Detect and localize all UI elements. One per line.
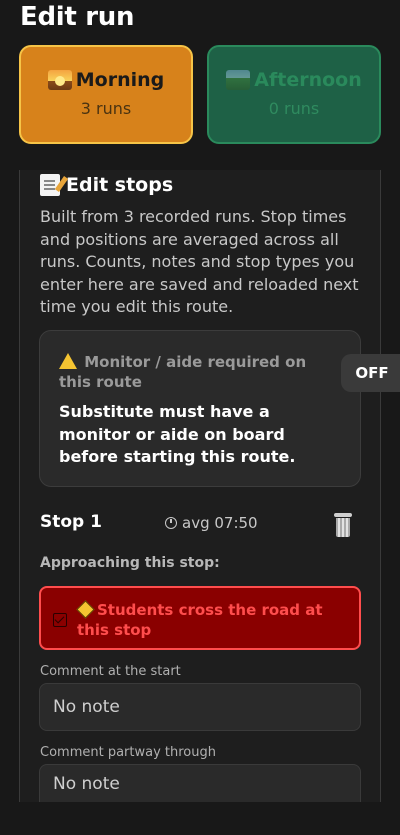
run-count-morning: 3 runs (80, 99, 132, 118)
monitor-label: Monitor / aide required on this route (59, 351, 329, 392)
memo-icon (40, 174, 60, 196)
cross-road-checkbox[interactable] (53, 613, 67, 627)
edit-stops-title: Edit stops (40, 174, 173, 196)
warning-icon (59, 353, 77, 369)
delete-stop-icon[interactable] (334, 513, 352, 537)
run-card-morning[interactable]: Morning 3 runs (19, 45, 193, 144)
stop-title: Stop 1 (40, 512, 102, 532)
run-card-afternoon[interactable]: Afternoon 0 runs (207, 45, 381, 144)
run-label-afternoon: Afternoon (254, 69, 362, 91)
pedestrian-sign-icon (76, 600, 95, 619)
edit-stops-title-text: Edit stops (66, 174, 174, 196)
comment-partway-input[interactable] (39, 764, 361, 802)
run-count-afternoon: 0 runs (268, 99, 320, 118)
run-name-afternoon: Afternoon (209, 69, 379, 91)
monitor-label-text: Monitor / aide required on this route (59, 353, 307, 391)
stop-avg-time-text: avg 07:50 (182, 514, 258, 532)
run-name-morning: Morning (21, 69, 191, 91)
sunrise-icon (47, 70, 72, 90)
cross-road-label: Students cross the road at this stop (76, 600, 357, 640)
approaching-label: Approaching this stop: (40, 555, 220, 571)
timer-icon (165, 517, 177, 529)
monitor-card: Monitor / aide required on this route Su… (39, 330, 361, 487)
monitor-toggle[interactable]: OFF (341, 354, 400, 392)
cross-road-toggle[interactable]: Students cross the road at this stop (39, 586, 361, 650)
edit-stops-description: Built from 3 recorded runs. Stop times a… (40, 207, 359, 316)
page-title: Edit run (20, 2, 135, 32)
monitor-description: Substitute must have a monitor or aide o… (59, 402, 296, 466)
comment-start-input[interactable] (39, 683, 361, 731)
cross-road-text: Students cross the road at this stop (77, 601, 323, 639)
run-label-morning: Morning (75, 69, 165, 91)
stop-avg-time: avg 07:50 (165, 514, 258, 532)
comment-partway-label: Comment partway through (40, 745, 216, 760)
comment-start-label: Comment at the start (40, 664, 181, 679)
park-icon (226, 70, 251, 90)
